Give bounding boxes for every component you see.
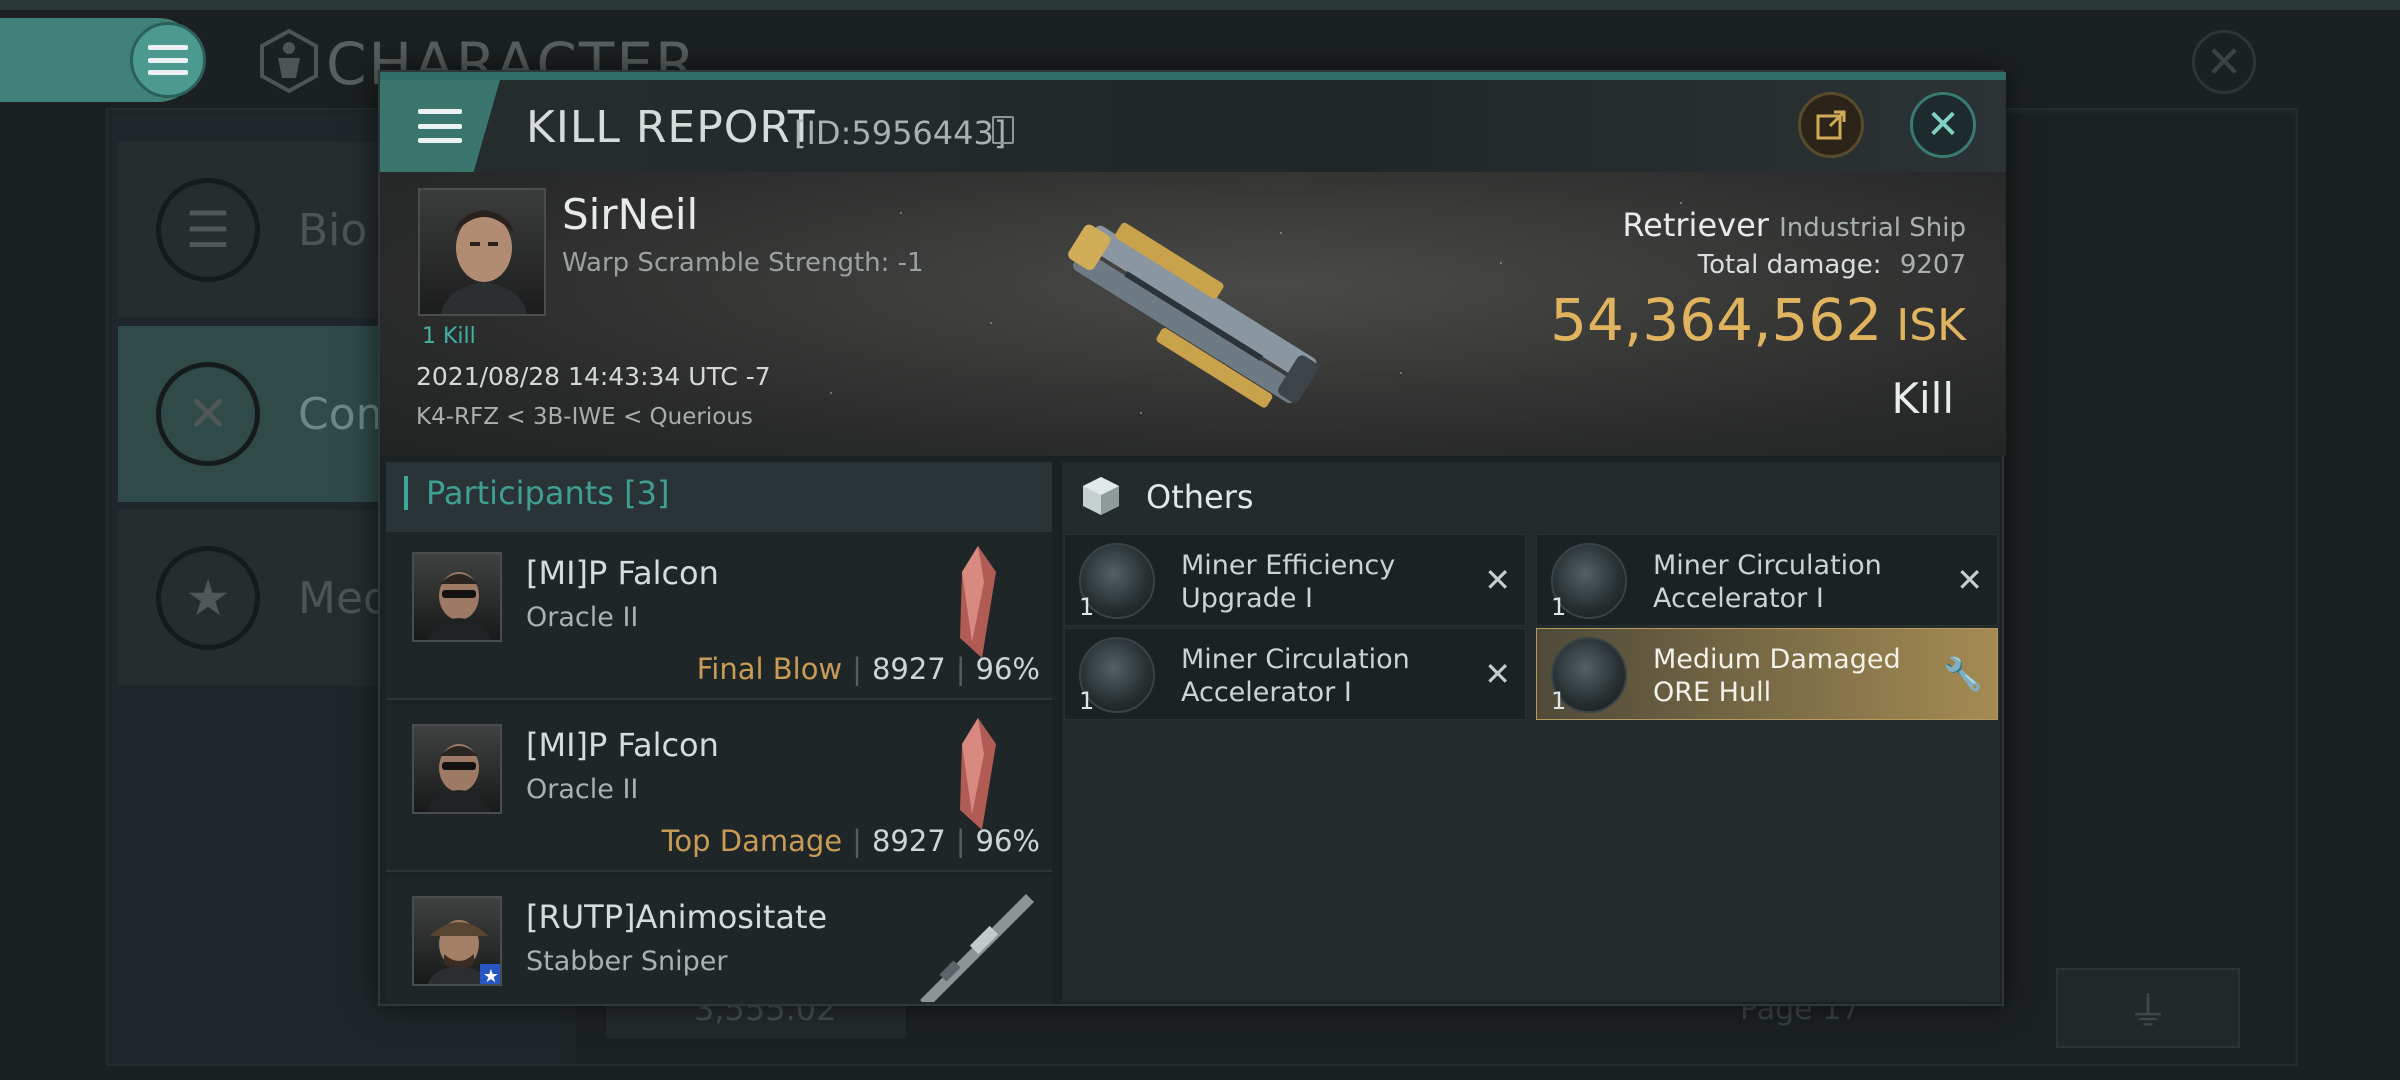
participants-count: [3] xyxy=(624,474,670,512)
result-label: Kill xyxy=(1891,374,1954,423)
cargo-box-icon xyxy=(1083,477,1119,515)
dropped-item[interactable]: 1 Miner Efficiency Upgrade I ✕ xyxy=(1064,534,1526,626)
isk-value: 54,364,562 ISK xyxy=(1550,286,1966,354)
item-quantity: 1 xyxy=(1551,593,1567,621)
ship-type: Retriever xyxy=(1622,206,1769,244)
destroyed-x-icon: ✕ xyxy=(1484,561,1511,599)
crossed-swords-icon: ✕ xyxy=(156,362,260,466)
participant-avatar: ★ xyxy=(412,896,502,986)
sniper-rifle-icon xyxy=(920,894,1034,1002)
dialog-title: KILL REPORT xyxy=(526,102,816,153)
wrench-icon: 🔧 xyxy=(1943,655,1983,693)
participants-label: Participants xyxy=(426,474,614,512)
participant-percent: 96% xyxy=(975,652,1040,686)
dialog-top-accent xyxy=(380,72,2006,80)
total-damage: Total damage: 9207 xyxy=(1698,250,1966,280)
dropped-item-highlighted[interactable]: 1 Medium Damaged ORE Hull 🔧 xyxy=(1536,628,1998,720)
external-link-icon xyxy=(1816,110,1846,140)
dropped-item[interactable]: 1 Miner Circulation Accelerator I ✕ xyxy=(1064,628,1526,720)
participant-tag: Top Damage xyxy=(661,824,843,858)
item-name-line: ORE Hull xyxy=(1653,677,1772,708)
item-name: Miner Circulation Accelerator I xyxy=(1653,549,1882,615)
victim-name[interactable]: SirNeil xyxy=(562,190,698,239)
pilot-portrait-icon xyxy=(441,210,527,314)
participant-percent: 96% xyxy=(975,824,1040,858)
item-name: Miner Efficiency Upgrade I xyxy=(1181,549,1395,615)
participant-row[interactable]: [MI]P Falcon Oracle II Final Blow | 8927 | 9… xyxy=(386,532,1052,700)
item-quantity: 1 xyxy=(1551,687,1567,715)
item-name-line: Upgrade I xyxy=(1181,583,1313,614)
isk-amount: 54,364,562 xyxy=(1550,286,1883,354)
item-name-line: Accelerator I xyxy=(1653,583,1824,614)
close-icon: ✕ xyxy=(1926,102,1960,148)
copy-icon[interactable] xyxy=(992,116,1014,144)
filter-button[interactable]: ⏚ xyxy=(2056,968,2240,1048)
character-icon xyxy=(260,28,318,94)
item-name-line: Miner Circulation xyxy=(1653,550,1882,581)
participant-damage: 8927 xyxy=(871,824,946,858)
warp-scramble-strength: Warp Scramble Strength: -1 xyxy=(562,248,924,278)
participant-name: [RUTP]Animositate xyxy=(526,898,828,936)
item-quantity: 1 xyxy=(1079,593,1095,621)
participant-ship: Stabber Sniper xyxy=(526,946,728,977)
participant-avatar xyxy=(412,724,502,814)
participant-name: [MI]P Falcon xyxy=(526,554,719,592)
divider: | xyxy=(955,824,966,858)
victim-kill-count: 1 Kill xyxy=(422,324,476,349)
dropped-item[interactable]: 1 Miner Circulation Accelerator I ✕ xyxy=(1536,534,1998,626)
filter-icon: ⏚ xyxy=(2128,989,2168,1035)
svg-text:★: ★ xyxy=(483,966,499,986)
divider: | xyxy=(955,652,966,686)
participant-row[interactable]: [MI]P Falcon Oracle II Top Damage | 8927 | 9… xyxy=(386,704,1052,872)
participant-stats: Final Blow | 8927 | 96% xyxy=(697,652,1040,686)
ship-image xyxy=(1068,222,1319,408)
participant-name: [MI]P Falcon xyxy=(526,726,719,764)
screen-close-button[interactable]: ✕ xyxy=(2192,30,2256,94)
kill-location[interactable]: K4-RFZ < 3B-IWE < Querious xyxy=(416,404,753,430)
total-damage-label: Total damage: xyxy=(1697,250,1882,280)
victim-avatar[interactable] xyxy=(418,188,546,316)
participant-avatar xyxy=(412,552,502,642)
ship-class: Industrial Ship xyxy=(1779,213,1966,243)
laser-crystal-icon xyxy=(960,718,996,830)
close-icon: ✕ xyxy=(2205,36,2243,88)
hamburger-icon xyxy=(148,45,188,75)
star-hexagon-icon: ★ xyxy=(156,546,260,650)
item-name-line: Miner Efficiency xyxy=(1181,550,1396,581)
item-name: Medium Damaged ORE Hull xyxy=(1653,643,1901,709)
sidebar-item-label: Bio xyxy=(298,204,368,256)
item-name: Miner Circulation Accelerator I xyxy=(1181,643,1410,709)
participant-ship: Oracle II xyxy=(526,602,639,633)
item-name-line: Medium Damaged xyxy=(1653,644,1901,675)
kill-report-dialog: KILL REPORT [ID:5956443] ✕ SirNeil Warp … xyxy=(378,70,2006,1006)
close-button[interactable]: ✕ xyxy=(1910,92,1976,158)
total-damage-value: 9207 xyxy=(1899,250,1966,280)
participant-tag: Final Blow xyxy=(696,652,843,686)
kill-id: [ID:5956443] xyxy=(794,114,1007,152)
item-quantity: 1 xyxy=(1079,687,1095,715)
divider: | xyxy=(852,824,862,858)
participants-accent xyxy=(404,476,408,510)
participant-stats: Top Damage | 8927 | 96% xyxy=(662,824,1040,858)
main-menu-button[interactable] xyxy=(130,22,206,98)
top-strip xyxy=(0,0,2400,10)
others-title: Others xyxy=(1146,478,1254,516)
participant-damage: 8927 xyxy=(871,652,946,686)
menu-lines-icon: ☰ xyxy=(156,178,260,282)
destroyed-x-icon: ✕ xyxy=(1484,655,1511,693)
participant-row[interactable]: ★ [RUTP]Animositate Stabber Sniper xyxy=(386,876,1052,1004)
hamburger-icon xyxy=(418,109,462,143)
laser-crystal-icon xyxy=(960,546,996,658)
participant-ship: Oracle II xyxy=(526,774,639,805)
share-button[interactable] xyxy=(1798,92,1864,158)
isk-unit: ISK xyxy=(1896,300,1966,351)
divider: | xyxy=(852,652,862,686)
participants-title: Participants [3] xyxy=(426,474,669,512)
item-name-line: Miner Circulation xyxy=(1181,644,1410,675)
destroyed-x-icon: ✕ xyxy=(1956,561,1983,599)
item-name-line: Accelerator I xyxy=(1181,677,1352,708)
ship-name[interactable]: Retriever Industrial Ship xyxy=(1622,206,1966,244)
kill-timestamp: 2021/08/28 14:43:34 UTC -7 xyxy=(416,362,771,391)
